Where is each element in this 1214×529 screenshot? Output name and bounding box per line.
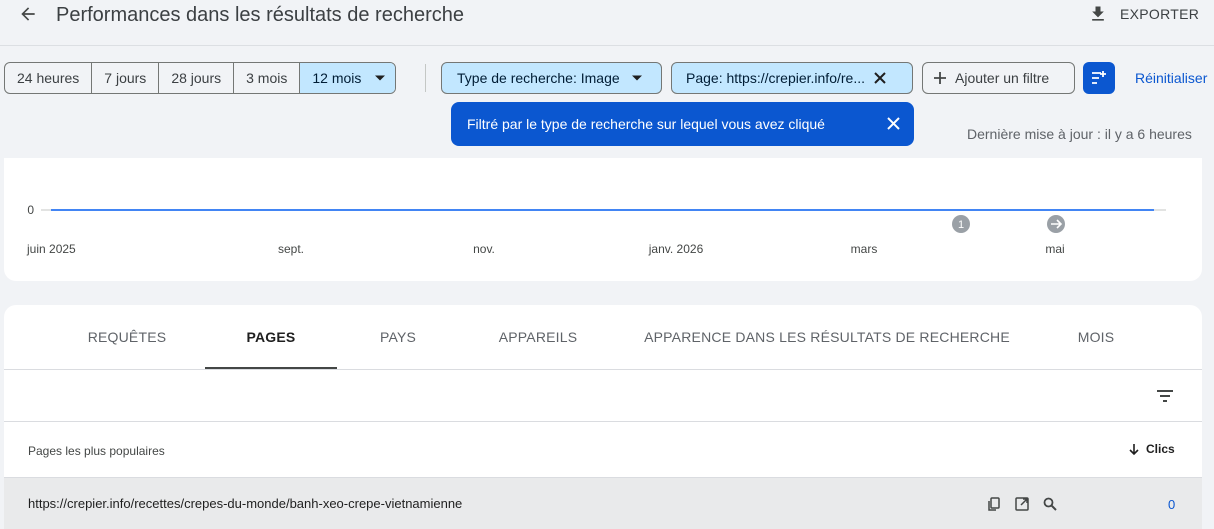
filter-settings-button[interactable] [1083,62,1115,94]
clics-label: Clics [1146,442,1175,456]
x-tick-label: nov. [473,242,495,256]
range-12m-button[interactable]: 12 mois [300,63,396,93]
y-tick-label: 0 [27,203,34,217]
row-clics-value: 0 [1168,497,1176,512]
chart-svg: 0 juin 2025 sept. nov. janv. 2026 mars mai 1 [26,203,1166,256]
page-filter-label: Page: https://crepier.info/re... [686,70,865,86]
x-tick-label: sept. [278,242,304,256]
annotation-label: 1 [958,219,964,231]
search-type-filter-label: Type de recherche: Image [457,70,620,86]
filter-list-icon [1092,71,1106,84]
last-update-text: Dernière mise à jour : il y a 6 heures [967,126,1192,142]
top-bar: Performances dans les résultats de reche… [0,0,1214,46]
dimensions-table-card: REQUÊTES PAGES PAYS APPAREILS APPARENCE … [4,305,1202,529]
dropdown-arrow-icon [375,75,386,81]
header-divider [0,45,1214,46]
open-in-new-icon[interactable] [1012,494,1032,514]
page-title: Performances dans les résultats de reche… [56,4,464,26]
table-header: Pages les plus populaires Clics [4,422,1202,478]
dropdown-arrow-icon [631,75,642,81]
filter-rows-icon[interactable] [1154,385,1176,407]
x-tick-label: mars [851,242,878,256]
date-range-selector: 24 heures 7 jours 28 jours 3 mois 12 moi… [4,62,397,94]
export-button[interactable]: EXPORTER [1088,2,1199,26]
reset-link[interactable]: Réinitialiser [1135,70,1207,86]
add-filter-button[interactable]: Ajouter un filtre [922,62,1075,94]
tab-mois[interactable]: MOIS [1066,305,1126,369]
sort-down-arrow-icon [1129,443,1139,455]
tab-appareils[interactable]: APPAREILS [482,305,594,369]
range-7d-button[interactable]: 7 jours [92,63,160,93]
tab-apparence[interactable]: APPARENCE DANS LES RÉSULTATS DE RECHERCH… [644,305,1010,369]
copy-icon[interactable] [984,494,1004,514]
tooltip-close-icon[interactable] [882,112,904,134]
x-tick-label: juin 2025 [26,242,76,256]
table-toolbar [4,370,1202,422]
column-header-pages: Pages les plus populaires [28,444,165,458]
toolbar-separator [425,64,426,92]
x-tick-label: mai [1045,242,1064,256]
filter-tooltip: Filtré par le type de recherche sur lequ… [451,102,914,146]
performance-chart: 0 juin 2025 sept. nov. janv. 2026 mars mai 1 [4,158,1202,281]
page-filter-chip[interactable]: Page: https://crepier.info/re... [671,62,913,94]
table-row[interactable]: https://crepier.info/recettes/crepes-du-… [4,478,1202,529]
close-icon[interactable] [873,71,887,85]
x-tick-label: janv. 2026 [648,242,704,256]
search-type-filter-chip[interactable]: Type de recherche: Image [441,62,662,94]
range-28d-button[interactable]: 28 jours [159,63,235,93]
tooltip-text: Filtré par le type de recherche sur lequ… [467,116,825,132]
range-24h-button[interactable]: 24 heures [5,63,93,93]
active-tab-indicator [205,367,337,369]
inspect-url-search-icon[interactable] [1040,494,1060,514]
range-12m-label: 12 mois [312,70,362,86]
add-filter-label: Ajouter un filtre [955,70,1050,86]
plus-icon [934,72,946,84]
tab-pages[interactable]: PAGES [205,305,337,369]
back-arrow-icon[interactable] [14,2,42,26]
download-icon [1092,6,1104,21]
tab-requetes[interactable]: REQUÊTES [73,305,181,369]
row-url: https://crepier.info/recettes/crepes-du-… [28,496,463,511]
range-3m-button[interactable]: 3 mois [234,63,301,93]
tab-pays[interactable]: PAYS [362,305,434,369]
dimension-tabs: REQUÊTES PAGES PAYS APPAREILS APPARENCE … [4,305,1202,370]
export-label: EXPORTER [1120,6,1200,22]
column-header-clics[interactable]: Clics [1128,442,1175,456]
